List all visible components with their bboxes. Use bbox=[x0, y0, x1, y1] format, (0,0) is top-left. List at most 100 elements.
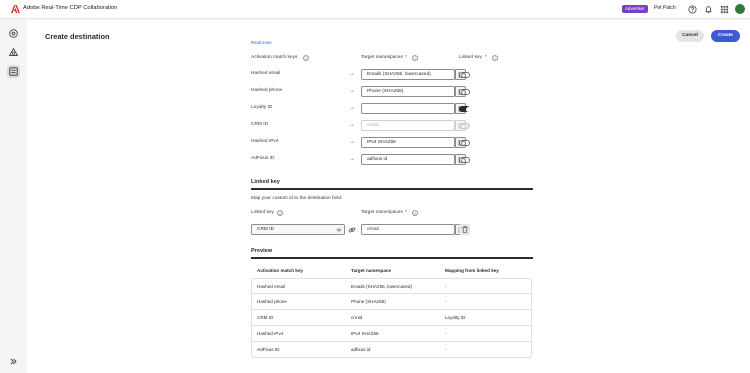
table-cell-namespace: IPv4 SHA256 bbox=[351, 331, 379, 336]
namespace-field[interactable]: Emails (SHA256, lowercased) bbox=[361, 69, 455, 80]
info-icon[interactable] bbox=[412, 55, 418, 61]
arrow-right-icon: → bbox=[349, 105, 355, 111]
activation-key-label: CRM ID bbox=[251, 122, 269, 127]
activation-key-label: AdFixus ID bbox=[251, 156, 275, 161]
org-switcher[interactable]: Pet Patch bbox=[654, 5, 676, 11]
role-badge[interactable]: Advertiser bbox=[622, 5, 648, 13]
required-mark: * bbox=[485, 55, 487, 60]
preview-heading: Preview bbox=[251, 248, 273, 254]
namespace-value: IPv4 SHA256 bbox=[367, 140, 396, 145]
linked-key-select-value: CRM ID bbox=[257, 227, 275, 232]
column-header: Mapping from linked key bbox=[445, 268, 499, 273]
trash-icon bbox=[462, 226, 467, 233]
linked-key-label: Linked key bbox=[251, 210, 274, 215]
adobe-logo-icon[interactable] bbox=[11, 5, 20, 13]
app-title[interactable]: Adobe Real-Time CDP Collaboration bbox=[23, 5, 117, 11]
left-rail bbox=[0, 20, 27, 373]
app-grid-icon[interactable] bbox=[720, 5, 729, 14]
linked-key-column-label: Linked key bbox=[459, 55, 482, 60]
table-cell-key: Hashed phone bbox=[257, 299, 287, 304]
linked-key-heading: Linked key bbox=[251, 179, 280, 185]
arrow-right-icon: → bbox=[349, 156, 355, 162]
info-icon[interactable] bbox=[303, 55, 309, 61]
activation-key-label: Hashed email bbox=[251, 71, 281, 76]
linked-key-description: Map your custom id to the destination fi… bbox=[251, 196, 343, 201]
destinations-nav-item[interactable] bbox=[7, 65, 20, 78]
table-row: CRM ID crmid Loyalty ID bbox=[251, 310, 532, 326]
table-cell-mapping: - bbox=[445, 299, 447, 304]
arrow-right-icon: → bbox=[349, 88, 355, 94]
linked-key-toggle[interactable] bbox=[459, 105, 471, 112]
expand-rail-icon[interactable] bbox=[10, 358, 17, 365]
table-cell-mapping: Loyalty ID bbox=[445, 315, 466, 320]
destinations-icon bbox=[9, 67, 18, 76]
table-cell-mapping: - bbox=[445, 284, 447, 289]
home-icon[interactable] bbox=[8, 28, 19, 39]
namespace-value: Emails (SHA256, lowercased) bbox=[367, 72, 431, 77]
table-cell-mapping: - bbox=[445, 347, 447, 352]
arrow-right-icon: → bbox=[349, 122, 355, 128]
table-header: Activation match key Target namespace Ma… bbox=[251, 265, 532, 278]
linked-key-toggle[interactable] bbox=[459, 71, 470, 78]
linked-key-select[interactable]: CRM ID bbox=[251, 224, 345, 235]
linked-key-toggle[interactable] bbox=[459, 139, 470, 146]
namespace-field[interactable]: Phone (SHA256) bbox=[361, 86, 455, 97]
section-divider bbox=[251, 188, 533, 190]
section-divider bbox=[251, 257, 533, 259]
table-cell-namespace: Phone (SHA256) bbox=[351, 299, 386, 304]
bell-icon[interactable] bbox=[704, 5, 713, 14]
namespace-field[interactable] bbox=[361, 103, 455, 114]
arrow-right-icon: → bbox=[349, 139, 355, 145]
linked-key-toggle bbox=[459, 122, 470, 129]
activation-key-label: Loyalty ID bbox=[251, 105, 273, 110]
table-cell-mapping: - bbox=[445, 331, 447, 336]
namespace-field[interactable]: adfixus id bbox=[361, 154, 455, 165]
required-mark: * bbox=[405, 210, 407, 215]
info-icon[interactable] bbox=[412, 210, 418, 216]
linked-key-toggle[interactable] bbox=[459, 88, 470, 95]
table-cell-namespace: adfixus id bbox=[351, 347, 371, 352]
delete-linked-key-button[interactable] bbox=[459, 224, 470, 235]
target-namespaces-label: Target namespaces bbox=[361, 55, 403, 60]
table-row: Hashed IPv4 IPv4 SHA256 - bbox=[251, 326, 532, 342]
collaboration-icon[interactable] bbox=[8, 47, 19, 58]
table-row: Hashed email Emails (SHA256, lowercased) - bbox=[251, 278, 532, 294]
table-cell-namespace: crmid bbox=[351, 315, 363, 320]
namespace-value: crmid bbox=[367, 123, 379, 128]
namespace-field: crmid bbox=[361, 120, 455, 131]
table-cell-key: AdFixus ID bbox=[257, 347, 280, 352]
namespace-value: adfixus id bbox=[367, 157, 388, 162]
page-title: Create destination bbox=[45, 32, 110, 41]
linked-namespace-value: crmid bbox=[367, 227, 379, 232]
top-bar: Adobe Real-Time CDP Collaboration Advert… bbox=[0, 0, 750, 19]
main-content: Create destination Cancel Create Read mo… bbox=[27, 20, 750, 373]
activation-match-keys-label: Activation match keys bbox=[251, 55, 298, 60]
activation-key-label: Hashed phone bbox=[251, 88, 283, 93]
table-cell-key: Hashed email bbox=[257, 284, 286, 289]
target-namespaces-label: Target namespaces bbox=[361, 210, 403, 215]
table-cell-key: Hashed IPv4 bbox=[257, 331, 284, 336]
linked-key-toggle[interactable] bbox=[459, 156, 470, 163]
preview-table: Activation match key Target namespace Ma… bbox=[251, 265, 532, 358]
info-icon[interactable] bbox=[492, 55, 498, 61]
column-header: Target namespace bbox=[351, 268, 391, 273]
activation-key-label: Hashed IPv4 bbox=[251, 139, 279, 144]
table-cell-key: CRM ID bbox=[257, 315, 274, 320]
namespace-field[interactable]: IPv4 SHA256 bbox=[361, 137, 455, 148]
user-avatar[interactable] bbox=[735, 4, 745, 14]
linked-namespace-field[interactable]: crmid bbox=[361, 224, 455, 235]
info-icon[interactable] bbox=[277, 210, 283, 216]
table-row: AdFixus ID adfixus id - bbox=[251, 342, 532, 358]
table-row: Hashed phone Phone (SHA256) - bbox=[251, 294, 532, 310]
cancel-button[interactable]: Cancel bbox=[676, 30, 704, 42]
link-icon bbox=[348, 227, 356, 233]
read-more-link[interactable]: Read more bbox=[251, 40, 272, 45]
table-cell-namespace: Emails (SHA256, lowercased) bbox=[351, 284, 413, 289]
help-icon[interactable] bbox=[688, 5, 697, 14]
chevron-down-icon[interactable] bbox=[336, 227, 342, 233]
required-mark: * bbox=[405, 55, 407, 60]
column-header: Activation match key bbox=[257, 268, 303, 273]
create-button[interactable]: Create bbox=[711, 30, 740, 42]
arrow-right-icon: → bbox=[349, 71, 355, 77]
namespace-value: Phone (SHA256) bbox=[367, 89, 404, 94]
